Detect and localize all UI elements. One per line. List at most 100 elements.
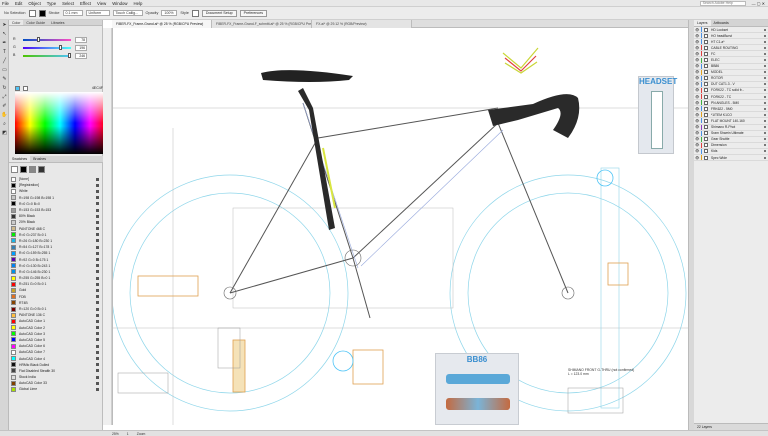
layer-target-icon[interactable] [764, 144, 766, 147]
visibility-eye-icon[interactable]: 👁 [695, 34, 699, 38]
visibility-eye-icon[interactable]: 👁 [695, 64, 699, 68]
swatch-chip[interactable] [11, 176, 16, 182]
swatch-chip[interactable] [11, 213, 16, 219]
layer-name[interactable]: HO headBurst [711, 34, 764, 38]
layer-target-icon[interactable] [764, 40, 766, 43]
swatch-chip[interactable] [11, 275, 16, 281]
tab-swatches[interactable]: Swatches [9, 156, 31, 162]
rotate-tool-icon[interactable]: ↻ [1, 85, 8, 92]
swatch-chip[interactable] [11, 362, 16, 368]
visibility-eye-icon[interactable]: 👁 [695, 149, 699, 153]
layer-target-icon[interactable] [764, 65, 766, 68]
visibility-eye-icon[interactable]: 👁 [695, 125, 699, 129]
visibility-eye-icon[interactable]: 👁 [695, 70, 699, 74]
layer-name[interactable]: MODEL [711, 70, 764, 74]
hand-tool-icon[interactable]: ✋ [1, 112, 8, 119]
swatch-chip[interactable] [11, 294, 16, 300]
doc-tab-1[interactable]: FIBER-FX_Frame-Grand.ai* @ 25 % (RGB/CPU… [112, 20, 212, 28]
layer-target-icon[interactable] [764, 119, 766, 122]
preferences-button[interactable]: Preferences [239, 9, 268, 17]
blue-track[interactable] [23, 55, 71, 57]
blue-thumb[interactable] [68, 53, 71, 58]
menu-object[interactable]: Object [28, 1, 40, 6]
visibility-eye-icon[interactable]: 👁 [695, 52, 699, 56]
document-setup-button[interactable]: Document Setup [201, 9, 237, 17]
green-value[interactable]: 196 [75, 45, 87, 51]
menu-file[interactable]: File [2, 1, 9, 6]
layer-name[interactable]: DUT CAT1.3 - V [711, 82, 764, 86]
visibility-eye-icon[interactable]: 👁 [695, 113, 699, 117]
tab-layers[interactable]: Layers [694, 20, 711, 26]
layer-name[interactable]: *1ITEM K1CO [711, 113, 764, 117]
brush-profile-select[interactable]: Uniform [85, 10, 110, 16]
swatch-chip[interactable] [11, 281, 16, 287]
fill-stroke-icon[interactable]: ◩ [1, 130, 8, 137]
red-thumb[interactable] [37, 37, 40, 42]
swatch-chip[interactable] [11, 343, 16, 349]
none-color-chip[interactable] [23, 85, 28, 91]
scale-tool-icon[interactable]: ⤢ [1, 94, 8, 101]
tab-brushes[interactable]: Brushes [30, 156, 49, 162]
tab-libraries[interactable]: Libraries [48, 20, 67, 25]
layer-target-icon[interactable] [764, 95, 766, 98]
layer-name[interactable]: Gear Shuttle [711, 137, 764, 141]
layer-target-icon[interactable] [764, 107, 766, 110]
layer-target-icon[interactable] [764, 138, 766, 141]
layer-target-icon[interactable] [764, 83, 766, 86]
visibility-eye-icon[interactable]: 👁 [695, 28, 699, 32]
swatch-chip[interactable] [11, 263, 16, 269]
layer-target-icon[interactable] [764, 132, 766, 135]
swatch-chip[interactable] [11, 386, 16, 392]
eyedropper-tool-icon[interactable]: ✐ [1, 103, 8, 110]
layer-name[interactable]: FC [711, 52, 764, 56]
layer-name[interactable]: Sram Shwein Ultimate [711, 131, 764, 135]
red-track[interactable] [23, 39, 71, 41]
layer-name[interactable]: HD Lockset [711, 28, 764, 32]
swatch-chip[interactable] [11, 207, 16, 213]
menu-type[interactable]: Type [47, 1, 56, 6]
swatch-chip[interactable] [11, 269, 16, 275]
visibility-eye-icon[interactable]: 👁 [695, 143, 699, 147]
menu-view[interactable]: View [97, 1, 106, 6]
swatch-chip[interactable] [11, 349, 16, 355]
swatch-chip[interactable] [11, 250, 16, 256]
visibility-eye-icon[interactable]: 👁 [695, 88, 699, 92]
layer-target-icon[interactable] [764, 89, 766, 92]
layer-name[interactable]: BB86 [711, 64, 764, 68]
swatch-row[interactable]: Global Lime [11, 386, 101, 392]
swatch-chip[interactable] [11, 325, 16, 331]
brush-style-select[interactable]: Touch Callig... [112, 10, 143, 16]
layer-target-icon[interactable] [764, 101, 766, 104]
type-tool-icon[interactable]: T [1, 49, 8, 56]
green-track[interactable] [23, 47, 71, 49]
swatch-chip[interactable] [11, 300, 16, 306]
rectangle-tool-icon[interactable]: ▭ [1, 67, 8, 74]
menu-select[interactable]: Select [62, 1, 74, 6]
swatch-chip[interactable] [11, 331, 16, 337]
tab-artboards[interactable]: Artboards [711, 20, 732, 26]
artboard-number[interactable]: 1 [127, 432, 129, 436]
stroke-weight-field[interactable]: 0.1 mm [62, 10, 83, 16]
visibility-eye-icon[interactable]: 👁 [695, 137, 699, 141]
pen-tool-icon[interactable]: ✒ [1, 40, 8, 47]
swatch-chip[interactable] [11, 188, 16, 194]
direct-selection-tool-icon[interactable]: ↖ [1, 31, 8, 38]
menu-effect[interactable]: Effect [80, 1, 91, 6]
swatch-chip[interactable] [11, 337, 16, 343]
artboard-canvas[interactable]: HEADSET BB86 SHIMANO FRONT G-THRU (not c… [112, 28, 689, 425]
layer-row[interactable]: 👁 Spec Wide [694, 155, 768, 162]
swatch-chip[interactable] [11, 368, 16, 374]
quick-swatch-black[interactable] [20, 166, 27, 173]
layer-target-icon[interactable] [764, 34, 766, 37]
quick-swatch-gray[interactable] [29, 166, 36, 173]
layer-name[interactable]: HT C1.a* [711, 40, 764, 44]
visibility-eye-icon[interactable]: 👁 [695, 82, 699, 86]
menu-window[interactable]: Window [112, 1, 127, 6]
swatch-chip[interactable] [11, 312, 16, 318]
fill-swatch[interactable] [28, 9, 36, 17]
swatch-chip[interactable] [11, 257, 16, 263]
opacity-field[interactable]: 100% [161, 10, 178, 16]
swatch-chip[interactable] [11, 318, 16, 324]
zoom-tool-icon[interactable]: ⌕ [1, 121, 8, 128]
doc-tab-2[interactable]: FIBER-FX_Frame-Grand-F_schmitt.ai* @ 25 … [212, 20, 312, 28]
